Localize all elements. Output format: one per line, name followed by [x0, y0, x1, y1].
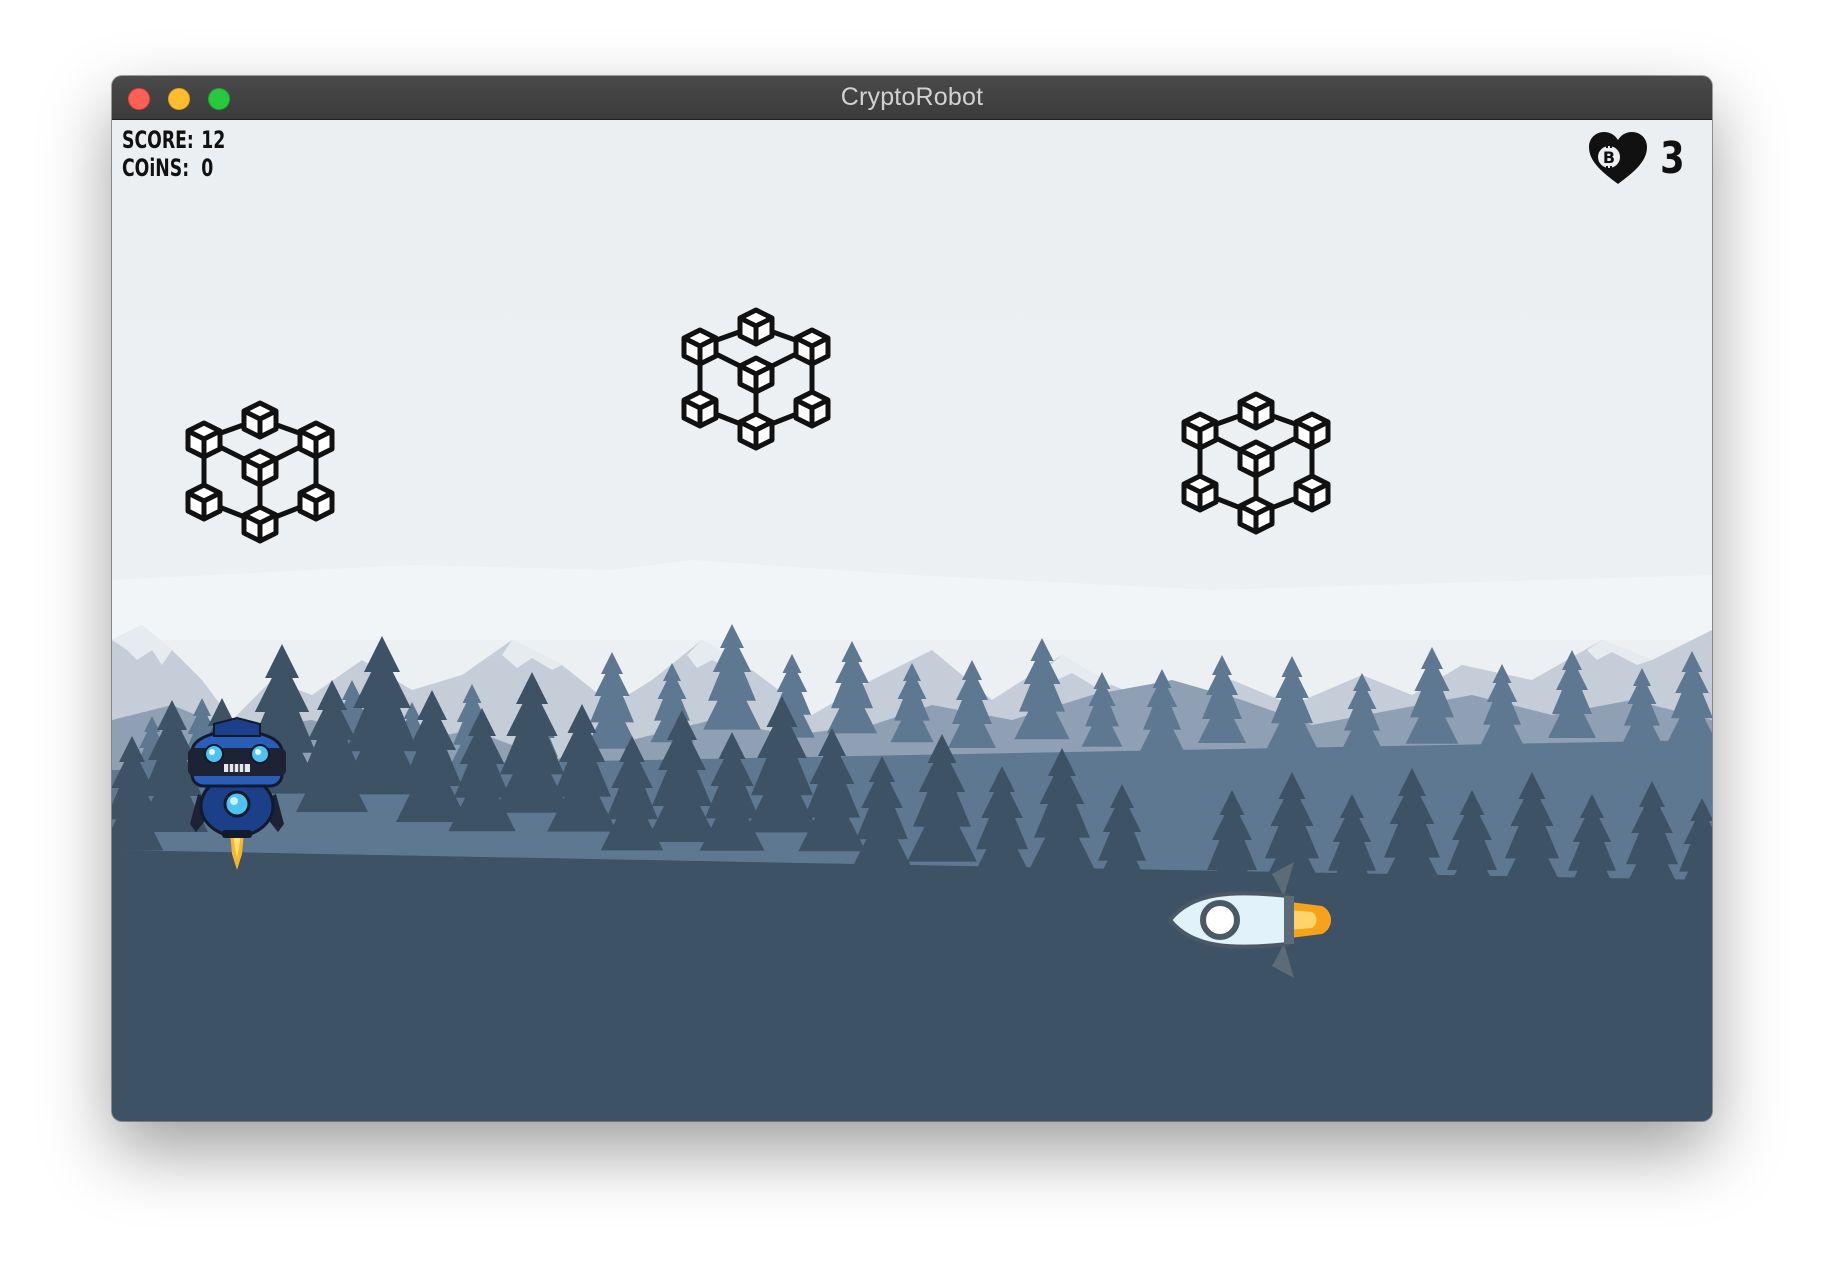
blockchain-cube-icon	[681, 307, 831, 451]
coins-label: COiNS:	[122, 154, 190, 182]
score-label: SCORE:	[122, 126, 194, 154]
title-bar: CryptoRobot	[112, 76, 1712, 120]
blockchain-obstacle-1	[185, 400, 335, 544]
game-canvas[interactable]: SCORE: 12 COiNS: 0 B 3	[112, 120, 1712, 1121]
game-window: CryptoRobot SCORE: 12 COiNS: 0 B 3	[112, 76, 1712, 1121]
lives-counter: B 3	[1587, 128, 1688, 188]
landscape-background	[112, 120, 1712, 1121]
lives-value: 3	[1660, 132, 1685, 184]
score-value: 12	[201, 126, 226, 154]
svg-text:B: B	[1603, 148, 1615, 167]
score-panel: SCORE: 12 COiNS: 0	[122, 126, 225, 182]
window-title: CryptoRobot	[840, 83, 984, 111]
rocket-enemy	[1168, 862, 1331, 978]
blockchain-obstacle-2	[681, 307, 831, 451]
robot-player	[188, 716, 286, 870]
coins-row: COiNS: 0	[122, 154, 225, 182]
blockchain-cube-icon	[1181, 391, 1331, 535]
bitcoin-heart-icon: B	[1589, 132, 1648, 184]
coins-value: 0	[201, 154, 214, 182]
score-row: SCORE: 12	[122, 126, 225, 154]
blockchain-cube-icon	[185, 400, 335, 544]
blockchain-obstacle-3	[1181, 391, 1331, 535]
